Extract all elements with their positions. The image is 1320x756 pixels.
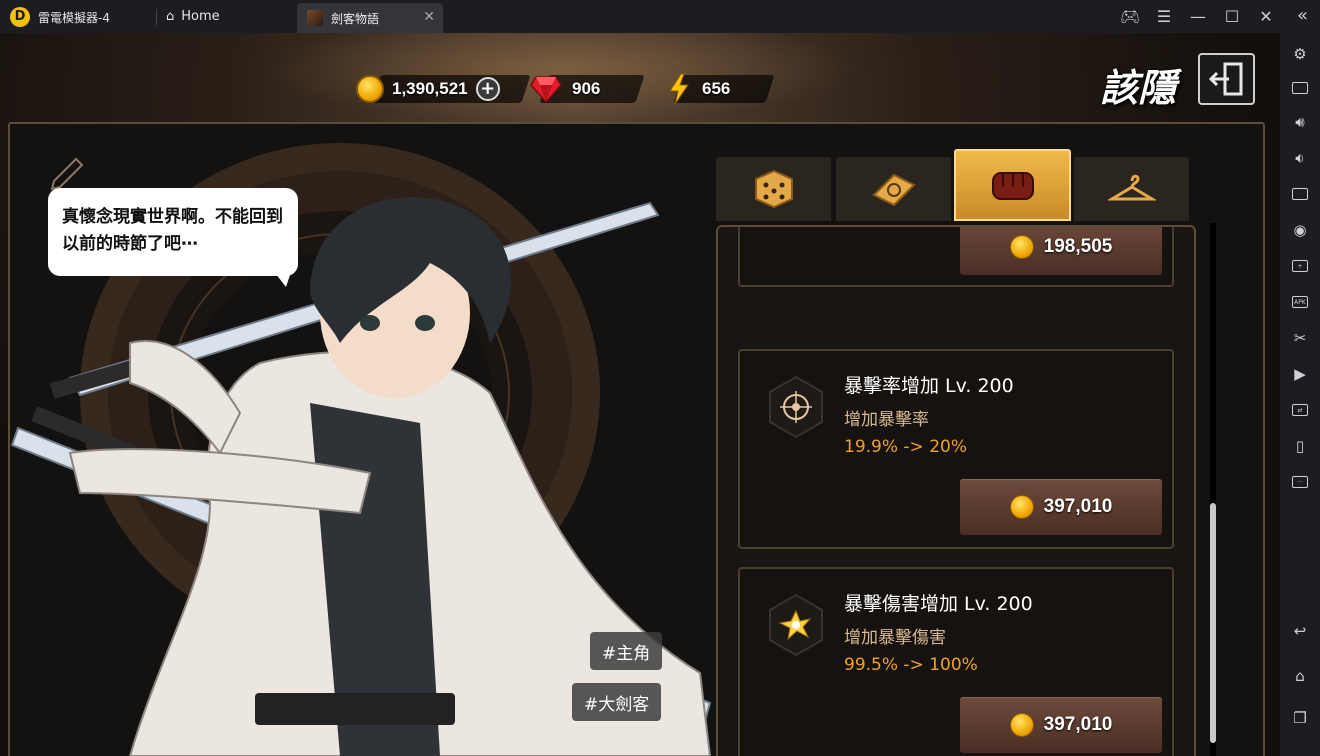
crosshair-icon: [769, 375, 823, 439]
energy-counter: 656: [668, 73, 775, 105]
buy-button-crit-rate[interactable]: 397,010: [960, 479, 1162, 535]
upgrade-title: 暴擊傷害增加 Lv. 200: [844, 593, 1033, 615]
dice-icon: [754, 169, 793, 209]
gem-value: 906: [572, 79, 601, 98]
upgrade-stat-change: 99.5% -> 100%: [844, 655, 978, 675]
more-icon[interactable]: ···: [1280, 469, 1320, 495]
collapse-sidebar-icon[interactable]: «: [1297, 5, 1308, 26]
gold-coin-icon: [1009, 235, 1034, 259]
price-label: 397,010: [1043, 496, 1113, 517]
emulator-titlebar: D 雷電模擬器-4 ⌂ Home 劍客物語 ✕ 🎮︎ ☰ — ☐ ✕ «: [0, 0, 1320, 33]
video-icon[interactable]: ▶: [1280, 361, 1320, 387]
volume-up-icon[interactable]: 🔊︎: [1280, 109, 1320, 135]
hide-ui-label[interactable]: 該隱: [1100, 57, 1176, 112]
close-tab-icon[interactable]: ✕: [423, 9, 435, 25]
recent-apps-icon[interactable]: ❐: [1280, 705, 1320, 731]
menu-icon[interactable]: ☰: [1154, 7, 1174, 26]
titlebar-divider: [156, 9, 157, 25]
game-tab-label: 劍客物語: [331, 11, 380, 26]
upgrade-description: 增加暴擊傷害: [844, 628, 946, 648]
minimize-icon[interactable]: —: [1188, 7, 1208, 26]
speech-bubble-tail: [272, 269, 292, 287]
upgrade-card-crit-rate: 暴擊率增加 Lv. 200 增加暴擊率 19.9% -> 20% 397,010: [738, 349, 1174, 549]
record-icon[interactable]: ◉: [1280, 217, 1320, 243]
game-tab-icon: [307, 10, 323, 26]
buy-button-0[interactable]: 198,505: [960, 227, 1162, 275]
emulator-logo-icon: D: [10, 7, 30, 27]
upgrade-description: 增加暴擊率: [844, 410, 929, 430]
back-icon[interactable]: ↩: [1280, 618, 1320, 644]
tag-protagonist: #主角: [590, 632, 663, 670]
hanger-icon: [1107, 174, 1156, 201]
price-label: 198,505: [1043, 236, 1113, 257]
tab-dice[interactable]: [716, 157, 831, 221]
upgrade-card-crit-damage: 暴擊傷害增加 Lv. 200 增加暴擊傷害 99.5% -> 100% 397,…: [738, 567, 1174, 756]
maximize-icon[interactable]: ☐: [1222, 7, 1242, 26]
tab-fist[interactable]: [954, 149, 1071, 221]
price-label: 397,010: [1043, 714, 1113, 735]
gold-coin-icon: [356, 75, 384, 103]
gold-coin-icon: [1009, 495, 1034, 519]
upgrade-list[interactable]: 198,505 暴擊率增加 Lv. 200 增加暴擊率 19.9% -> 20%…: [716, 225, 1196, 756]
lightning-bolt-icon: [669, 73, 689, 105]
keyboard-icon[interactable]: [1280, 75, 1320, 101]
buy-button-crit-damage[interactable]: 397,010: [960, 697, 1162, 753]
apk-install-icon[interactable]: APK: [1280, 289, 1320, 315]
sync-icon[interactable]: ⇄: [1280, 397, 1320, 423]
gold-value: 1,390,521: [392, 79, 468, 98]
home-nav-icon[interactable]: ⌂: [1280, 663, 1320, 689]
exit-door-icon: [1208, 62, 1242, 96]
gold-coin-icon: [1009, 713, 1034, 737]
gamepad-icon[interactable]: 🎮︎: [1120, 7, 1140, 26]
home-icon: ⌂: [166, 9, 175, 24]
spellbook-icon: [871, 173, 916, 207]
fist-icon: [991, 172, 1034, 200]
home-tab[interactable]: ⌂ Home: [160, 0, 290, 33]
volume-down-icon[interactable]: 🔉︎: [1280, 145, 1320, 171]
tag-great-swordsman: #大劍客: [572, 683, 662, 721]
game-tab[interactable]: 劍客物語 ✕: [297, 3, 443, 33]
scissors-icon[interactable]: ✂: [1280, 325, 1320, 351]
settings-gear-icon[interactable]: ⚙: [1280, 41, 1320, 67]
screenshot-icon[interactable]: [1280, 181, 1320, 207]
energy-value: 656: [702, 79, 731, 98]
exit-button[interactable]: [1198, 53, 1255, 105]
upgrade-card-0: 198,505: [738, 227, 1174, 287]
gold-counter: 1,390,521 +: [356, 73, 531, 105]
list-scrollbar-thumb[interactable]: [1210, 503, 1216, 743]
impact-icon: [769, 593, 823, 657]
upgrade-stat-change: 19.9% -> 20%: [844, 437, 967, 457]
gem-counter: 906: [530, 73, 645, 105]
shake-icon[interactable]: ▯: [1280, 433, 1320, 459]
add-window-icon[interactable]: +: [1280, 253, 1320, 279]
emulator-sidebar: ⚙ 🔊︎ 🔉︎ ◉ + APK ✂ ▶ ⇄ ▯ ··· ↩ ⌂ ❐: [1280, 33, 1320, 756]
speech-bubble: 真懷念現實世界啊。不能回到以前的時節了吧⋯: [48, 188, 298, 276]
upgrade-title: 暴擊率增加 Lv. 200: [844, 375, 1014, 397]
ruby-gem-icon: [530, 76, 562, 103]
tab-book[interactable]: [836, 157, 951, 221]
emulator-app-name: 雷電模擬器-4: [38, 11, 110, 25]
close-window-icon[interactable]: ✕: [1256, 7, 1276, 26]
home-tab-label: Home: [181, 9, 220, 24]
tab-hanger[interactable]: [1074, 157, 1189, 221]
add-gold-button[interactable]: +: [475, 77, 500, 101]
game-screen: 1,390,521 + 906 656 該隱 真懷念現實世界啊。不能回到以前的時…: [0, 33, 1280, 756]
